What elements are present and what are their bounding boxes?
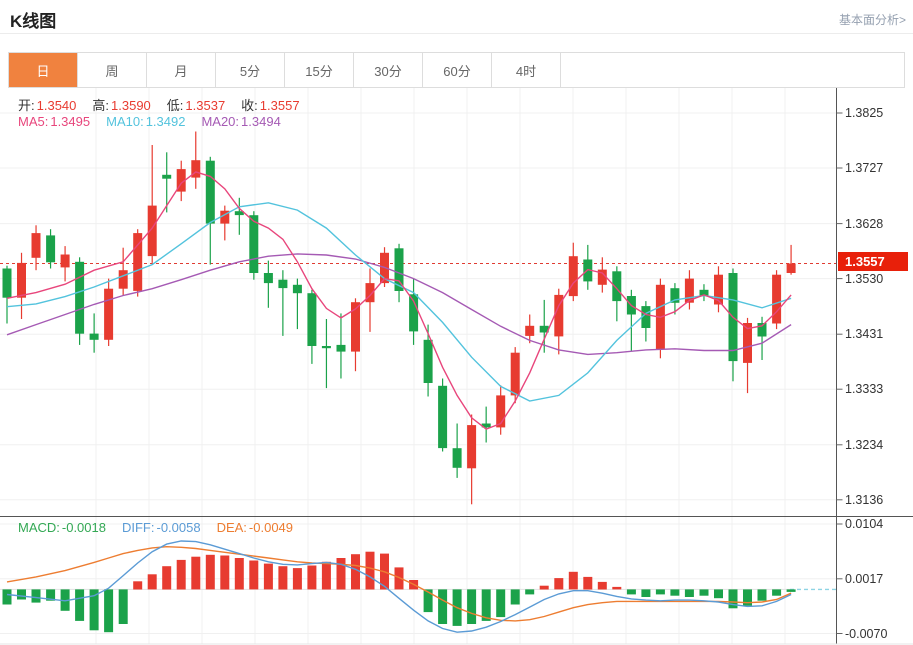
macd-axis-label: -0.0070 (845, 626, 887, 642)
ma-legend-item: MA10:1.3492 (106, 114, 185, 129)
legend-value: 1.3494 (241, 114, 281, 129)
legend-label: DEA: (217, 520, 247, 535)
legend-value: -0.0018 (62, 520, 106, 535)
legend-value: 1.3495 (50, 114, 90, 129)
candlesticks (3, 132, 796, 505)
current-price-tag: 1.3557 (838, 252, 908, 271)
ohlc-legend-item: 高:1.3590 (92, 98, 150, 113)
macd-legend-item: MACD:-0.0018 (18, 520, 106, 535)
price-axis-label: 1.3825 (845, 105, 883, 121)
price-axis-label: 1.3727 (845, 160, 883, 176)
macd-axis-label: 0.0104 (845, 516, 883, 532)
macd-axis-label: 0.0017 (845, 571, 883, 587)
legend-value: 1.3590 (111, 98, 151, 113)
ma-legend-item: MA20:1.3494 (201, 114, 280, 129)
macd-histogram (3, 552, 796, 633)
legend-value: -0.0049 (249, 520, 293, 535)
legend-value: 1.3492 (146, 114, 186, 129)
ohlc-legend-item: 收:1.3557 (241, 98, 299, 113)
axis-lines (0, 88, 913, 644)
legend-label: MA10: (106, 114, 144, 129)
legend-label: 收: (241, 98, 258, 113)
legend-value: -0.0058 (156, 520, 200, 535)
legend-label: DIFF: (122, 520, 155, 535)
legend-label: MACD: (18, 520, 60, 535)
macd-legend: MACD:-0.0018 DIFF:-0.0058 DEA:-0.0049 (18, 520, 309, 535)
legend-label: MA5: (18, 114, 48, 129)
ohlc-legend: 开:1.3540 高:1.3590 低:1.3537 收:1.3557 (18, 95, 316, 114)
ma-legend: MA5:1.3495 MA10:1.3492 MA20:1.3494 (18, 114, 297, 129)
legend-label: 低: (167, 98, 184, 113)
ma-legend-item: MA5:1.3495 (18, 114, 90, 129)
ohlc-legend-item: 开:1.3540 (18, 98, 76, 113)
price-axis-label: 1.3628 (845, 216, 883, 232)
price-axis-label: 1.3530 (845, 271, 883, 287)
price-axis-label: 1.3431 (845, 326, 883, 342)
legend-value: 1.3537 (185, 98, 225, 113)
price-axis-label: 1.3136 (845, 492, 883, 508)
grid-lines (0, 88, 837, 644)
kline-page: K线图 基本面分析> 日周月5分15分30分60分4时 开:1.3540高:1.… (0, 0, 913, 645)
legend-label: 开: (18, 98, 35, 113)
legend-value: 1.3540 (37, 98, 77, 113)
legend-label: 高: (92, 98, 109, 113)
ohlc-legend-item: 低:1.3537 (167, 98, 225, 113)
price-axis-label: 1.3234 (845, 437, 883, 453)
macd-legend-item: DEA:-0.0049 (217, 520, 293, 535)
price-axis-label: 1.3333 (845, 381, 883, 397)
legend-label: MA20: (201, 114, 239, 129)
legend-value: 1.3557 (260, 98, 300, 113)
macd-legend-item: DIFF:-0.0058 (122, 520, 201, 535)
